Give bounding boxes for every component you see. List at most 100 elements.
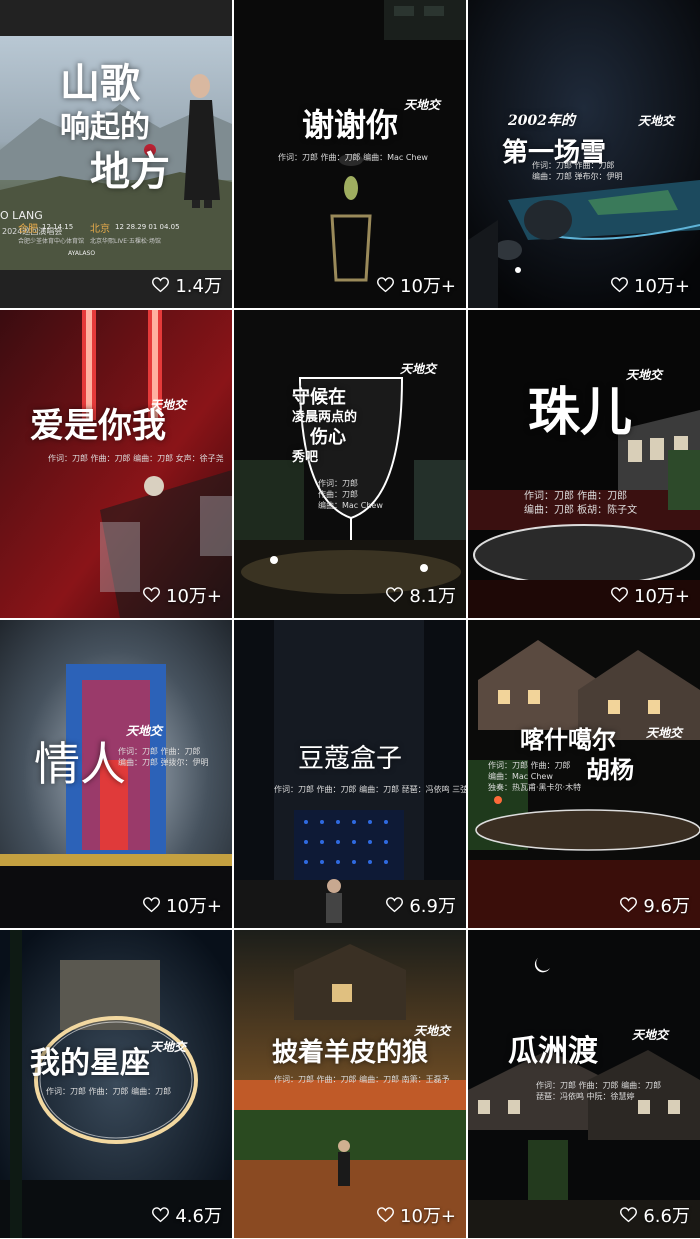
heart-outline-icon — [143, 897, 160, 913]
video-tile-6[interactable]: 珠儿 天地交 作词：刀郎 作曲：刀郎 编曲：刀郎 板胡：陈子文 10万+ — [468, 310, 700, 618]
credits-line: 编曲：Mac Chew — [318, 501, 383, 510]
credits-line: 编曲：Mac Chew — [488, 772, 553, 781]
video-tile-4[interactable]: 爱是你我 天地交 作词：刀郎 作曲：刀郎 编曲：刀郎 女声：徐子尧 10万+ — [0, 310, 232, 618]
like-count: 4.6万 — [152, 1202, 222, 1228]
logo-text: 天地交 — [632, 1028, 669, 1042]
like-count-text: 10万+ — [634, 276, 690, 297]
like-count: 10万+ — [377, 1202, 456, 1228]
song-title: 情人 — [34, 737, 126, 791]
video-tile-2[interactable]: 谢谢你 天地交 作词：刀郎 作曲：刀郎 编曲：Mac Chew 10万+ — [234, 0, 466, 308]
poster-sponsor: AYALASO — [68, 250, 96, 257]
like-count-text: 10万+ — [166, 896, 222, 917]
heart-outline-icon — [152, 277, 170, 293]
like-count: 10万+ — [377, 272, 456, 298]
video-tile-1[interactable]: 山歌 响起的 地方 O LANG 2024巡回演唱会 合肥 12 14.15 合… — [0, 0, 232, 308]
logo-text: 天地交 — [414, 1024, 451, 1038]
credits-line: 琵琶：冯依鸣 中阮：徐慧婷 — [536, 1092, 635, 1101]
like-count: 6.6万 — [620, 1202, 690, 1228]
like-count-text: 10万+ — [634, 586, 690, 607]
video-tile-5[interactable]: 守候在 凌晨两点的 伤心 秀吧 天地交 作词：刀郎 作曲：刀郎 编曲：Mac C… — [234, 310, 466, 618]
video-tile-8[interactable]: 豆蔻盒子 作词：刀郎 作曲：刀郎 编曲：刀郎 琵琶：冯依鸣 三弦：徐慧婷 6.9… — [234, 620, 466, 928]
song-title: 我的星座 — [30, 1046, 150, 1081]
credits-line: 作词：刀郎 作曲：刀郎 — [488, 761, 571, 770]
like-count-text: 10万+ — [166, 586, 222, 607]
like-count: 1.4万 — [152, 272, 222, 298]
logo-text: 天地交 — [404, 98, 441, 112]
video-tile-3[interactable]: 2002年的 第一场雪 天地交 作词：刀郎 作曲：刀郎 编曲：刀郎 弹布尔：伊明… — [468, 0, 700, 308]
song-credits: 作词：刀郎 作曲：刀郎 编曲：刀郎 弹拨尔：伊明 — [118, 746, 209, 768]
credits-line: 编曲：刀郎 弹布尔：伊明 — [532, 172, 623, 181]
logo-text: 天地交 — [150, 1040, 187, 1054]
heart-outline-icon — [611, 277, 628, 293]
logo-text: 天地交 — [126, 724, 163, 738]
credits-line: 作词：刀郎 作曲：刀郎 编曲：刀郎 琵琶：冯依鸣 三弦：徐慧婷 — [274, 785, 466, 794]
video-tile-12[interactable]: 瓜洲渡 天地交 作词：刀郎 作曲：刀郎 编曲：刀郎 琵琶：冯依鸣 中阮：徐慧婷 … — [468, 930, 700, 1238]
video-thumbnail — [468, 310, 700, 618]
heart-outline-icon — [152, 1207, 170, 1223]
heart-outline-icon — [377, 1207, 394, 1223]
credits-line: 作曲：刀郎 — [318, 490, 358, 499]
heart-outline-icon — [620, 1207, 638, 1223]
video-tile-7[interactable]: 情人 天地交 作词：刀郎 作曲：刀郎 编曲：刀郎 弹拨尔：伊明 10万+ — [0, 620, 232, 928]
poster-title-line-3: 地方 — [90, 148, 170, 195]
song-credits: 作词：刀郎 作曲：刀郎 编曲：刀郎 琵琶：冯依鸣 三弦：徐慧婷 — [274, 784, 466, 795]
song-credits: 作词：刀郎 作曲：刀郎 编曲：Mac Chew 独奏：热瓦甫·黑卡尔·木特 — [488, 760, 581, 793]
song-credits: 作词：刀郎 作曲：刀郎 编曲：刀郎 女声：徐子尧 — [48, 453, 224, 464]
logo-text: 天地交 — [400, 362, 437, 376]
like-count: 9.6万 — [620, 892, 690, 918]
credits-line: 作词：刀郎 作曲：刀郎 — [532, 161, 615, 170]
video-thumbnail — [0, 310, 232, 618]
like-count-text: 10万+ — [400, 276, 456, 297]
logo-text: 天地交 — [638, 114, 675, 128]
poster-title-line-1: 山歌 — [60, 60, 140, 107]
song-credits: 作词：刀郎 作曲：刀郎 编曲：刀郎 琵琶：冯依鸣 中阮：徐慧婷 — [536, 1080, 661, 1102]
credits-line: 作词：刀郎 作曲：刀郎 编曲：刀郎 南箫：王磊予 — [274, 1075, 450, 1084]
heart-outline-icon — [620, 897, 638, 913]
song-credits: 作词：刀郎 作曲：刀郎 编曲：刀郎 板胡：陈子文 — [524, 490, 637, 518]
video-thumbnail — [0, 930, 232, 1238]
poster-city-1-dates: 12 14.15 — [42, 223, 74, 231]
like-count: 6.9万 — [386, 892, 456, 918]
heart-outline-icon — [386, 897, 404, 913]
heart-outline-icon — [386, 587, 404, 603]
video-tile-10[interactable]: 我的星座 天地交 作词：刀郎 作曲：刀郎 编曲：刀郎 4.6万 — [0, 930, 232, 1238]
heart-outline-icon — [377, 277, 394, 293]
like-count-text: 6.9万 — [409, 896, 456, 917]
credits-line: 独奏：热瓦甫·黑卡尔·木特 — [488, 783, 582, 792]
like-count-text: 6.6万 — [643, 1206, 690, 1227]
song-title: 豆蔻盒子 — [297, 744, 402, 774]
like-count: 10万+ — [143, 582, 222, 608]
logo-text: 天地交 — [646, 726, 683, 740]
poster-city-1-venue: 合肥少荃体育中心体育馆 — [18, 238, 85, 245]
logo-text: 天地交 — [626, 368, 663, 382]
song-credits: 作词：刀郎 作曲：刀郎 编曲：刀郎 — [46, 1086, 171, 1097]
credits-line: 作词：刀郎 作曲：刀郎 编曲：刀郎 — [536, 1081, 662, 1090]
poster-title: 山歌 响起的 地方 — [60, 62, 170, 194]
like-count: 10万+ — [611, 582, 690, 608]
poster-city-1: 合肥 — [18, 224, 38, 235]
song-title: 珠儿 — [528, 382, 633, 443]
song-title-line-2: 胡杨 — [586, 755, 634, 784]
heart-outline-icon — [611, 587, 628, 603]
credits-line: 编曲：刀郎 弹拨尔：伊明 — [118, 758, 209, 767]
song-credits: 作词：刀郎 作曲：刀郎 编曲：刀郎 南箫：王磊予 — [274, 1074, 450, 1085]
title-line: 守候在 — [292, 387, 346, 408]
song-title: 守候在 凌晨两点的 伤心 秀吧 — [292, 388, 357, 468]
like-count: 10万+ — [611, 272, 690, 298]
song-title-line-1: 2002年的 — [508, 113, 575, 129]
title-line: 秀吧 — [292, 450, 319, 465]
heart-outline-icon — [143, 587, 160, 603]
song-title: 瓜洲渡 — [508, 1034, 598, 1069]
like-count-text: 10万+ — [400, 1206, 456, 1227]
song-credits: 作词：刀郎 作曲：刀郎 编曲：Mac Chew — [318, 478, 383, 511]
video-tile-11[interactable]: 披着羊皮的狼 天地交 作词：刀郎 作曲：刀郎 编曲：刀郎 南箫：王磊予 10万+ — [234, 930, 466, 1238]
credits-line: 作词：刀郎 作曲：刀郎 编曲：刀郎 — [46, 1087, 172, 1096]
credits-line: 作词：刀郎 作曲：刀郎 — [118, 747, 201, 756]
like-count-text: 9.6万 — [643, 896, 690, 917]
video-grid: 山歌 响起的 地方 O LANG 2024巡回演唱会 合肥 12 14.15 合… — [0, 0, 700, 1239]
title-line: 凌晨两点的 — [292, 410, 358, 425]
song-credits: 作词：刀郎 作曲：刀郎 编曲：刀郎 弹布尔：伊明 — [532, 160, 623, 182]
credits-line: 作词：刀郎 作曲：刀郎 — [524, 491, 628, 502]
song-credits: 作词：刀郎 作曲：刀郎 编曲：Mac Chew — [278, 152, 428, 163]
video-tile-9[interactable]: 喀什噶尔 胡杨 作词：刀郎 作曲：刀郎 编曲：Mac Chew 独奏：热瓦甫·黑… — [468, 620, 700, 928]
